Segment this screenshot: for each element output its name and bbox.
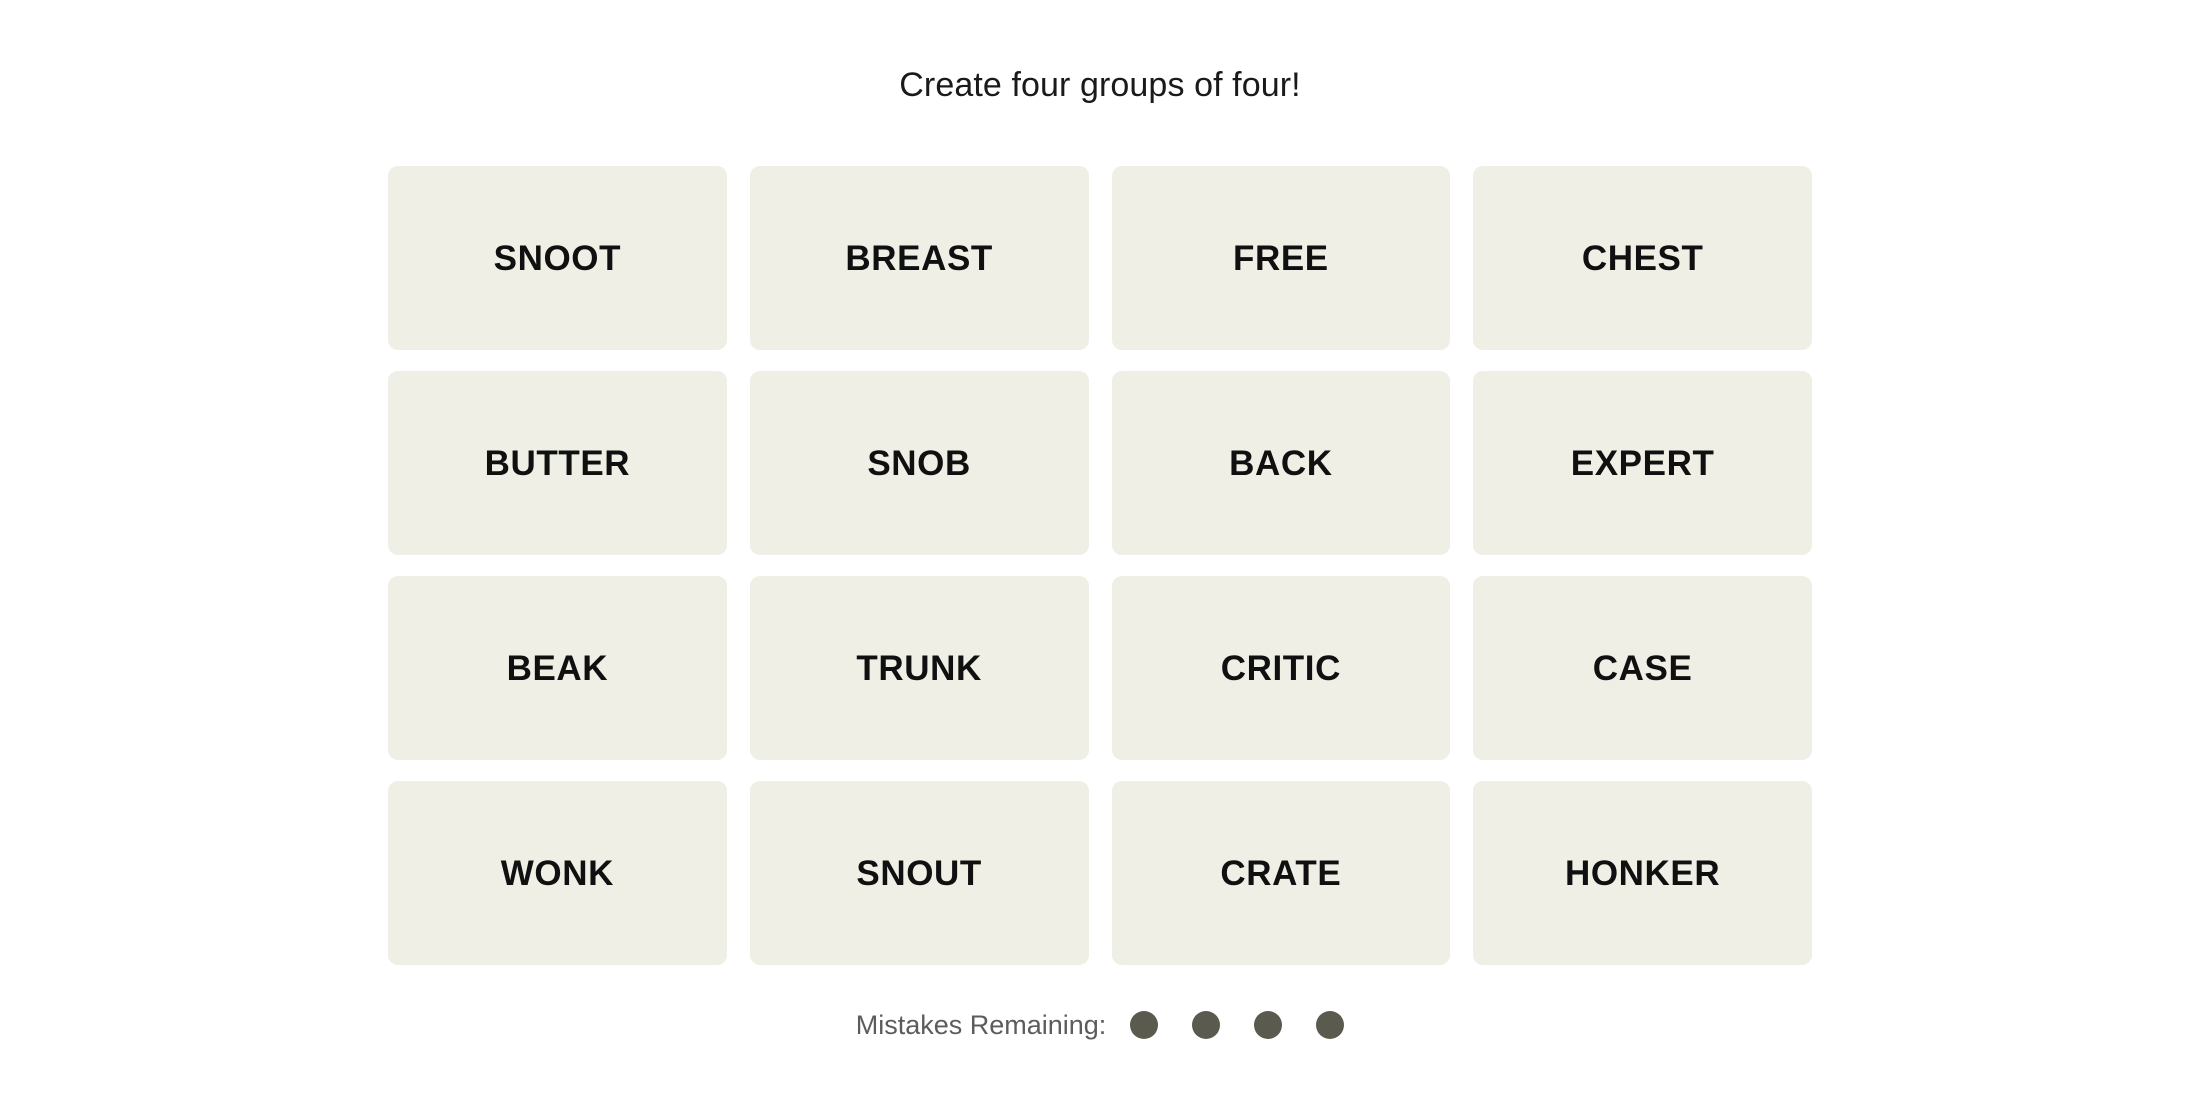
word-tile[interactable]: SNOOT bbox=[388, 166, 727, 350]
word-tile[interactable]: BACK bbox=[1111, 371, 1451, 555]
word-tile-label: SNOB bbox=[867, 443, 971, 483]
word-tile-label: WONK bbox=[500, 853, 614, 893]
word-tile[interactable]: BREAST bbox=[749, 166, 1089, 350]
mistake-dot bbox=[1254, 1011, 1283, 1039]
word-tile-label: CHEST bbox=[1581, 238, 1704, 278]
connections-game-page: Create four groups of four! SNOOT BREAST… bbox=[0, 0, 2200, 1100]
mistake-dot bbox=[1316, 1011, 1345, 1039]
puzzle-grid: SNOOT BREAST FREE CHEST BUTTER SNOB BACK… bbox=[388, 166, 1812, 965]
word-tile[interactable]: SNOB bbox=[749, 371, 1089, 555]
word-tile-label: SNOUT bbox=[856, 853, 982, 893]
word-tile-label: FREE bbox=[1233, 238, 1329, 278]
mistakes-remaining-bar: Mistakes Remaining: bbox=[856, 1011, 1345, 1039]
word-tile-label: EXPERT bbox=[1570, 443, 1715, 483]
word-tile-label: TRUNK bbox=[856, 648, 982, 688]
word-tile[interactable]: CHEST bbox=[1473, 166, 1812, 350]
word-tile[interactable]: CRITIC bbox=[1111, 576, 1451, 760]
word-tile[interactable]: EXPERT bbox=[1473, 371, 1812, 555]
word-tile[interactable]: WONK bbox=[388, 781, 727, 965]
word-tile[interactable]: CRATE bbox=[1111, 781, 1451, 965]
word-tile[interactable]: BUTTER bbox=[388, 371, 727, 555]
word-tile[interactable]: BEAK bbox=[388, 576, 727, 760]
word-tile-label: BEAK bbox=[506, 648, 609, 688]
word-tile-label: CRATE bbox=[1220, 853, 1342, 893]
word-tile-label: HONKER bbox=[1564, 853, 1721, 893]
mistake-dot bbox=[1192, 1011, 1221, 1039]
word-tile-label: CRITIC bbox=[1220, 648, 1341, 688]
word-tile[interactable]: FREE bbox=[1111, 166, 1451, 350]
word-tile[interactable]: HONKER bbox=[1473, 781, 1812, 965]
word-tile[interactable]: SNOUT bbox=[749, 781, 1089, 965]
page-title: Create four groups of four! bbox=[899, 66, 1301, 104]
word-tile-label: CASE bbox=[1592, 648, 1693, 688]
mistakes-dot-group bbox=[1130, 1011, 1345, 1039]
puzzle-grid-container: SNOOT BREAST FREE CHEST BUTTER SNOB BACK… bbox=[388, 166, 1812, 965]
word-tile-label: BREAST bbox=[845, 238, 993, 278]
word-tile[interactable]: CASE bbox=[1473, 576, 1812, 760]
word-tile-label: BUTTER bbox=[484, 443, 631, 483]
word-tile[interactable]: TRUNK bbox=[749, 576, 1089, 760]
word-tile-label: SNOOT bbox=[493, 238, 622, 278]
mistakes-remaining-label: Mistakes Remaining: bbox=[855, 1009, 1107, 1040]
mistake-dot bbox=[1130, 1011, 1159, 1039]
word-tile-label: BACK bbox=[1229, 443, 1333, 483]
